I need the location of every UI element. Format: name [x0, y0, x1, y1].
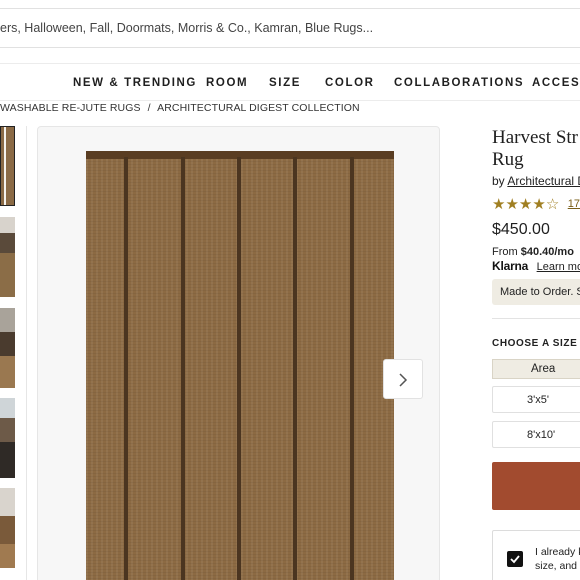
rug-stripe — [181, 157, 185, 580]
rug-stripe — [350, 157, 354, 580]
size-tab-area[interactable]: Area — [492, 359, 580, 379]
size-option-label: 3'x5' — [527, 394, 549, 406]
size-option-8x10[interactable]: 8'x10' — [492, 421, 580, 448]
add-to-cart-button[interactable] — [492, 462, 580, 510]
size-option-label: 8'x10' — [527, 429, 556, 441]
product-title-line-2: Rug — [492, 149, 524, 170]
star-full-icon: ★ — [518, 196, 533, 213]
search-bar[interactable]: ers, Halloween, Fall, Doormats, Morris &… — [0, 8, 580, 48]
nav-item-size[interactable]: SIZE — [269, 77, 301, 89]
star-full-icon: ★ — [505, 196, 519, 213]
made-to-order-text: Made to Order. S — [500, 286, 580, 298]
checkmark-icon — [510, 555, 520, 564]
breadcrumb: WASHABLE RE-JUTE RUGS / ARCHITECTURAL DI… — [0, 102, 360, 114]
rug-stripe — [124, 157, 128, 580]
rug-stripe — [293, 157, 297, 580]
brand-link[interactable]: Architectural D — [507, 174, 580, 188]
nav-item-room[interactable]: ROOM — [206, 77, 248, 89]
consent-checkbox[interactable] — [507, 551, 523, 567]
chevron-right-icon — [399, 373, 408, 387]
klarna-row: Klarna Learn more — [492, 257, 580, 275]
header-divider — [0, 63, 580, 64]
made-to-order-badge: Made to Order. S — [492, 279, 580, 305]
star-full-icon: ★ — [492, 196, 506, 213]
byline-prefix: by — [492, 174, 505, 188]
main-product-image[interactable] — [37, 126, 440, 580]
rug-stripe — [237, 157, 241, 580]
breadcrumb-architectural-digest[interactable]: ARCHITECTURAL DIGEST COLLECTION — [157, 102, 360, 114]
product-title: Harvest Str Rug — [492, 127, 580, 171]
learn-more-link[interactable]: Learn more — [537, 261, 580, 273]
size-option-3x5[interactable]: 3'x5' — [492, 386, 580, 413]
main-nav: NEW & TRENDING ROOM SIZE COLOR COLLABORA… — [0, 77, 580, 91]
thumbnail-5[interactable] — [0, 488, 15, 568]
product-title-line-1: Harvest Str — [492, 127, 579, 148]
thumbnail-2[interactable] — [0, 217, 15, 297]
nav-item-color[interactable]: COLOR — [325, 77, 375, 89]
thumbnail-scroll-rail[interactable] — [26, 126, 27, 580]
thumbnail-strip — [0, 126, 16, 580]
star-full-icon: ★ — [532, 196, 546, 213]
consent-text: I already k size, and — [535, 545, 580, 573]
product-byline: by Architectural D — [492, 174, 580, 188]
star-empty-icon: ☆ — [545, 196, 560, 213]
rug-image — [86, 151, 394, 580]
nav-item-collaborations[interactable]: COLLABORATIONS — [394, 77, 524, 89]
breadcrumb-washable-re-jute[interactable]: WASHABLE RE-JUTE RUGS — [0, 102, 141, 114]
size-label: CHOOSE A SIZE - ( — [492, 338, 580, 349]
thumbnail-1[interactable] — [0, 126, 15, 206]
nav-item-accessories[interactable]: ACCESS — [532, 77, 580, 89]
reviews-link[interactable]: 17 R — [568, 198, 580, 210]
product-price: $450.00 — [492, 221, 550, 238]
search-input[interactable]: ers, Halloween, Fall, Doormats, Morris &… — [0, 21, 373, 35]
consent-box: I already k size, and — [492, 530, 580, 580]
size-tab-label: Area — [531, 363, 556, 375]
consent-line-1: I already k — [535, 546, 580, 558]
product-rating: ★★★★☆ 17 R — [492, 195, 580, 214]
klarna-logo: Klarna — [492, 259, 529, 273]
breadcrumb-separator: / — [147, 102, 151, 114]
consent-line-2: size, and — [535, 560, 578, 572]
details-divider — [492, 318, 580, 319]
thumbnail-3[interactable] — [0, 308, 15, 388]
nav-divider — [0, 100, 580, 101]
thumbnail-4[interactable] — [0, 398, 15, 478]
next-image-button[interactable] — [383, 359, 423, 399]
nav-item-new-trending[interactable]: NEW & TRENDING — [73, 77, 197, 89]
